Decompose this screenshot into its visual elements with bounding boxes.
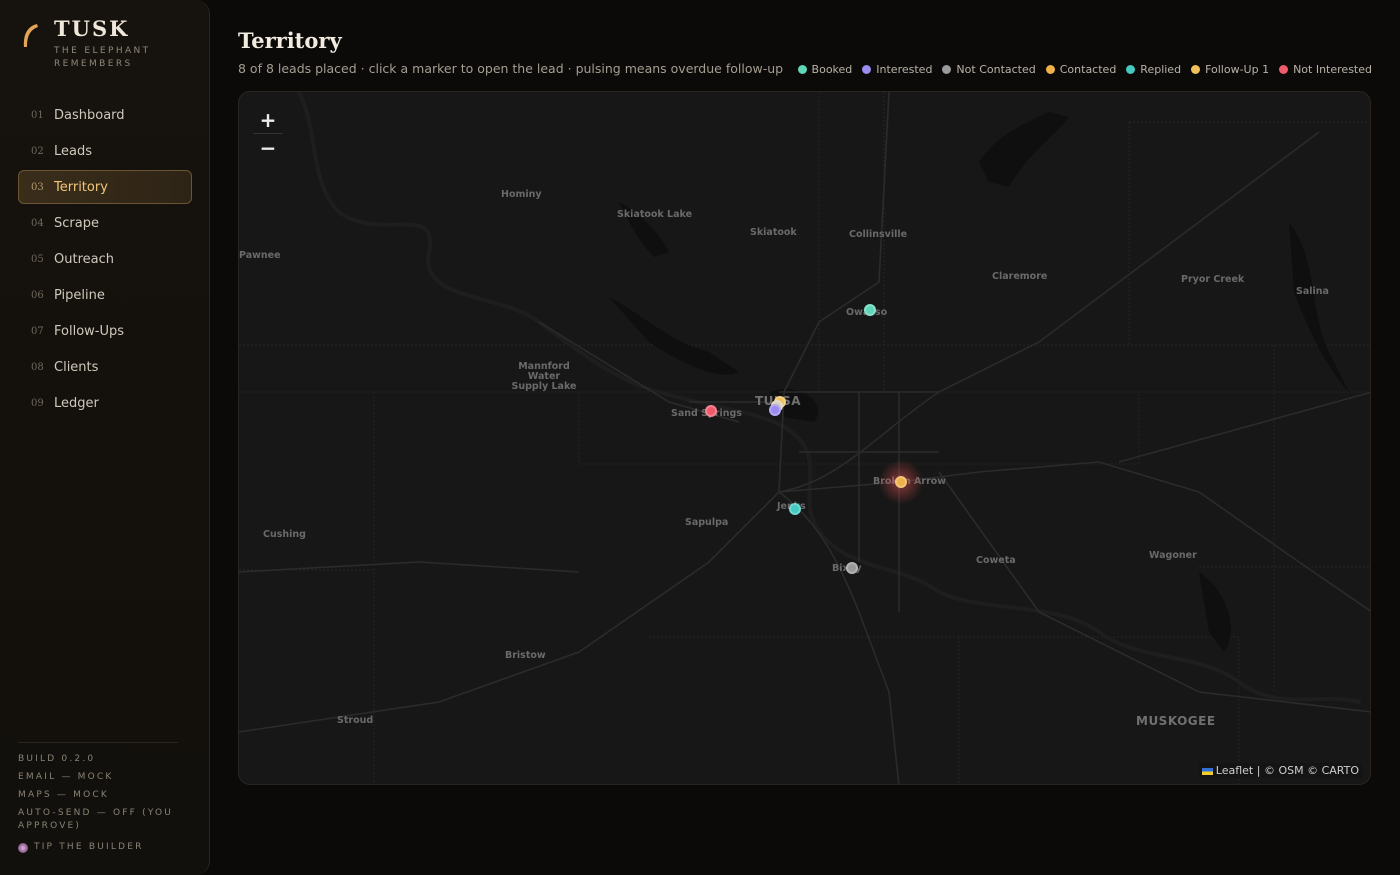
legend-dot — [797, 65, 807, 74]
ukraine-flag-icon — [1201, 767, 1213, 775]
nav-item-label: Follow-Ups — [54, 323, 125, 339]
legend-label: Not Contacted — [956, 63, 1036, 76]
place-label: Pawnee — [239, 250, 281, 261]
brand-name: TUSK — [54, 16, 130, 41]
lead-marker[interactable] — [705, 405, 717, 417]
place-label: Bristow — [505, 650, 546, 661]
place-label: Coweta — [976, 555, 1016, 566]
place-label: MUSKOGEE — [1136, 714, 1216, 728]
nav-item-dashboard[interactable]: 01 Dashboard — [18, 98, 192, 132]
legend-item-not-interested: Not Interested — [1279, 63, 1372, 76]
attribution-text: | © OSM © CARTO — [1256, 764, 1359, 777]
nav-item-outreach[interactable]: 05 Outreach — [18, 242, 192, 276]
nav-item-pipeline[interactable]: 06 Pipeline — [18, 278, 192, 312]
map-attribution: Leaflet | © OSM © CARTO — [1198, 763, 1362, 778]
page-title: Territory — [238, 28, 342, 53]
nav-item-label: Territory — [54, 179, 108, 195]
legend-label: Booked — [811, 63, 853, 76]
nav-item-leads[interactable]: 02 Leads — [18, 134, 192, 168]
lead-marker[interactable] — [864, 304, 876, 316]
lead-marker[interactable] — [846, 562, 858, 574]
legend-dot — [1126, 65, 1136, 74]
nav-item-number: 08 — [31, 361, 44, 373]
place-label: Hominy — [501, 189, 542, 200]
nav-item-number: 01 — [31, 109, 44, 121]
nav-item-number: 03 — [31, 181, 44, 193]
nav-item-label: Leads — [54, 143, 93, 159]
nav-item-number: 06 — [31, 289, 44, 301]
legend-item-interested: Interested — [862, 63, 932, 76]
tusk-logo-icon — [23, 24, 38, 47]
nav-item-number: 07 — [31, 325, 44, 337]
place-label: Mannford Water Supply Lake — [511, 361, 577, 392]
place-label: Skiatook Lake — [617, 209, 693, 220]
zoom-out-button[interactable]: − — [253, 134, 283, 162]
build-version: BUILD 0.2.0 — [18, 754, 96, 764]
legend-item-booked: Booked — [797, 63, 853, 76]
leaflet-link[interactable]: Leaflet — [1216, 764, 1253, 777]
sidebar-footer: BUILD 0.2.0 EMAIL — MOCK MAPS — MOCK AUT… — [18, 742, 178, 854]
brand[interactable]: TUSK THE ELEPHANT REMEMBERS — [20, 16, 164, 71]
legend-label: Follow-Up 1 — [1205, 63, 1270, 76]
place-label: Skiatook — [750, 227, 797, 238]
nav-item-ledger[interactable]: 09 Ledger — [18, 386, 192, 420]
place-label: Stroud — [337, 715, 374, 726]
nav-item-label: Dashboard — [54, 107, 125, 123]
nav-item-label: Scrape — [54, 215, 99, 231]
legend-item-contacted: Contacted — [1045, 63, 1117, 76]
legend-dot — [1045, 65, 1055, 74]
legend-item-not-contacted: Not Contacted — [942, 63, 1036, 76]
tip-builder-link[interactable]: TIP THE BUILDER — [18, 841, 178, 854]
nav-item-scrape[interactable]: 04 Scrape — [18, 206, 192, 240]
legend-label: Not Interested — [1293, 63, 1372, 76]
legend-label: Replied — [1140, 63, 1182, 76]
nav-item-number: 09 — [31, 397, 44, 409]
auto-send-status: AUTO-SEND — OFF (YOU APPROVE) — [18, 808, 174, 831]
legend-dot — [1191, 65, 1201, 74]
map-basemap — [239, 92, 1370, 784]
nav-item-follow-ups[interactable]: 07 Follow-Ups — [18, 314, 192, 348]
legend-label: Interested — [876, 63, 933, 76]
nav-item-number: 05 — [31, 253, 44, 265]
main-nav: 01 Dashboard 02 Leads 03 Territory 04 Sc… — [18, 98, 192, 422]
zoom-control: + − — [253, 106, 283, 162]
email-mode: EMAIL — MOCK — [18, 772, 114, 782]
status-legend: Booked Interested Not Contacted Contacte… — [797, 63, 1372, 76]
legend-dot — [942, 65, 952, 74]
brand-tagline: THE ELEPHANT REMEMBERS — [54, 46, 151, 69]
lead-marker[interactable] — [895, 476, 907, 488]
place-label: Collinsville — [849, 229, 908, 240]
legend-item-follow-up-1: Follow-Up 1 — [1191, 63, 1269, 76]
nav-item-number: 04 — [31, 217, 44, 229]
place-label: Claremore — [992, 271, 1048, 282]
nav-item-label: Ledger — [54, 395, 99, 411]
territory-map[interactable]: Hominy Skiatook Lake Skiatook Collinsvil… — [238, 91, 1371, 785]
nav-item-clients[interactable]: 08 Clients — [18, 350, 192, 384]
place-label: Cushing — [263, 529, 306, 540]
legend-label: Contacted — [1059, 63, 1117, 76]
tip-icon — [18, 842, 28, 853]
place-label: Sapulpa — [685, 517, 729, 528]
lead-marker[interactable] — [769, 404, 781, 416]
place-label: Pryor Creek — [1181, 274, 1245, 285]
nav-item-label: Pipeline — [54, 287, 105, 303]
lead-marker[interactable] — [789, 503, 801, 515]
place-label: Wagoner — [1149, 550, 1197, 561]
page-subtitle: 8 of 8 leads placed · click a marker to … — [238, 61, 784, 76]
legend-dot — [862, 65, 872, 74]
nav-item-label: Clients — [54, 359, 99, 375]
legend-dot — [1279, 65, 1289, 74]
sidebar: TUSK THE ELEPHANT REMEMBERS 01 Dashboard… — [0, 0, 210, 875]
nav-item-territory[interactable]: 03 Territory — [18, 170, 192, 204]
legend-item-replied: Replied — [1126, 63, 1181, 76]
place-label: Salina — [1296, 286, 1329, 297]
nav-item-number: 02 — [31, 145, 44, 157]
nav-item-label: Outreach — [54, 251, 114, 267]
maps-mode: MAPS — MOCK — [18, 790, 110, 800]
zoom-in-button[interactable]: + — [253, 106, 283, 134]
tip-builder-label: TIP THE BUILDER — [34, 842, 144, 852]
